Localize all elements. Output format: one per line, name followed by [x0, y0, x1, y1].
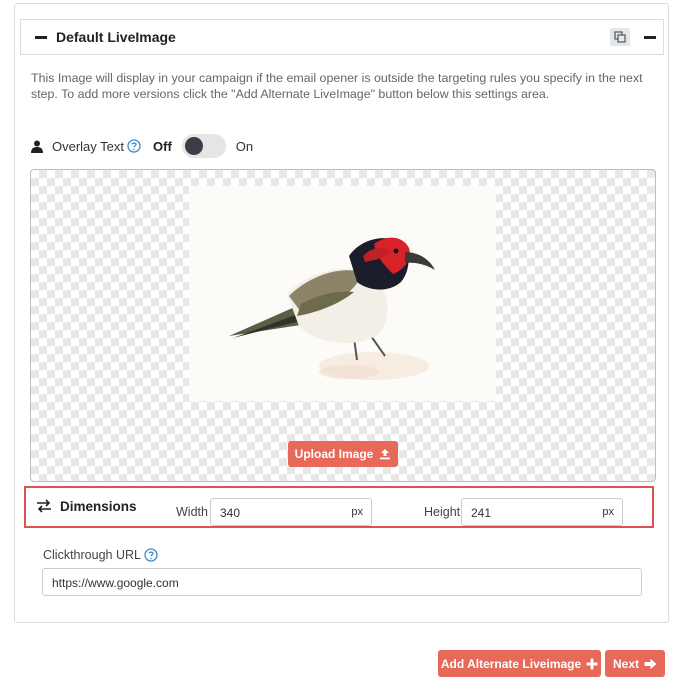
next-button[interactable]: Next: [605, 650, 665, 677]
next-label: Next: [612, 656, 639, 671]
dimensions-section: Dimensions Width 340 px Height 241 px: [24, 486, 654, 528]
height-label: Height: [424, 505, 461, 519]
user-icon: [31, 140, 43, 153]
clickthrough-label-row: Clickthrough URL: [43, 548, 170, 562]
bird-image: [189, 186, 496, 401]
plus-icon: [586, 658, 598, 669]
overlay-toggle[interactable]: [181, 134, 226, 158]
width-label: Width: [176, 505, 208, 519]
copy-icon: [614, 31, 626, 43]
copy-button[interactable]: [610, 28, 630, 46]
add-alternate-liveimage-button[interactable]: Add Alternate Liveimage: [438, 650, 601, 677]
arrow-right-icon: [644, 658, 657, 669]
swap-arrows-icon: [37, 499, 51, 513]
liveimage-panel: Default LiveImage This Image will displa…: [14, 3, 669, 623]
overlay-text-row: Overlay Text Off On: [31, 134, 253, 158]
height-input[interactable]: 241 px: [461, 498, 623, 526]
upload-image-label: Upload Image: [294, 447, 374, 461]
add-alternate-label: Add Alternate Liveimage: [440, 656, 582, 671]
panel-header[interactable]: Default LiveImage: [20, 19, 664, 55]
collapse-icon[interactable]: [644, 36, 656, 39]
width-value: 340: [220, 506, 241, 520]
preview-image: [189, 186, 496, 401]
dimensions-title: Dimensions: [60, 499, 137, 514]
upload-image-button[interactable]: Upload Image: [288, 441, 398, 467]
height-unit: px: [602, 506, 614, 518]
clickthrough-url-value: https://www.google.com: [52, 576, 179, 590]
clickthrough-url-input[interactable]: https://www.google.com: [42, 568, 642, 596]
clickthrough-label: Clickthrough URL: [43, 548, 141, 562]
description-text: This Image will display in your campaign…: [31, 71, 643, 101]
toggle-knob[interactable]: [184, 137, 203, 155]
toggle-off-label: Off: [153, 138, 172, 154]
help-icon[interactable]: [144, 548, 158, 562]
height-value: 241: [471, 506, 492, 520]
width-input[interactable]: 340 px: [210, 498, 372, 526]
minus-icon[interactable]: [35, 35, 47, 39]
panel-title: Default LiveImage: [56, 29, 176, 45]
image-preview-area[interactable]: Upload Image: [30, 169, 656, 482]
upload-icon: [380, 449, 391, 460]
overlay-text-label: Overlay Text: [52, 138, 125, 154]
width-unit: px: [351, 506, 363, 518]
toggle-on-label: On: [235, 138, 254, 154]
help-icon[interactable]: [127, 139, 141, 153]
